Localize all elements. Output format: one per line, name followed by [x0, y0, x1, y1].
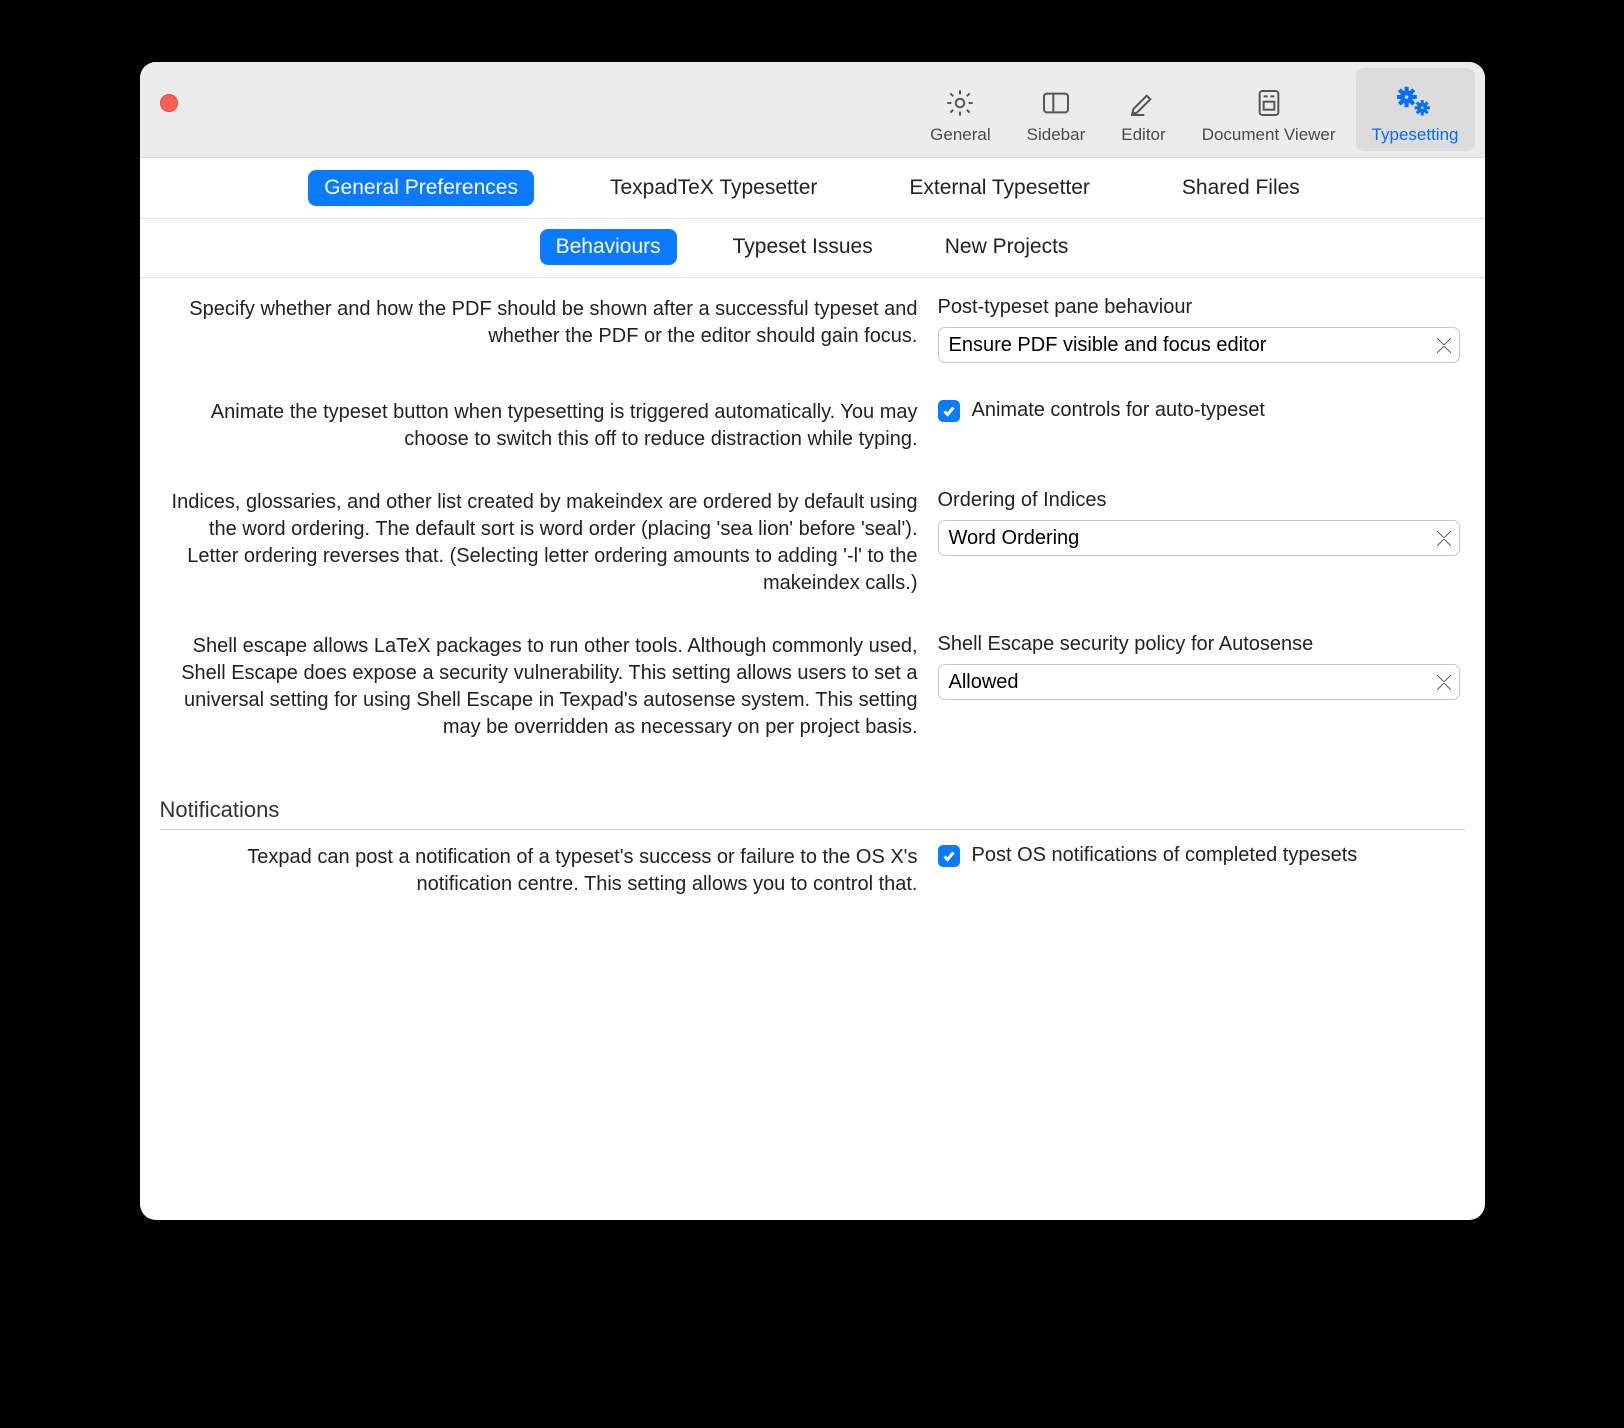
- select-value: Allowed: [949, 671, 1019, 694]
- titlebar: General Sidebar Editor: [140, 62, 1485, 158]
- row-notifications: Texpad can post a notification of a type…: [160, 844, 1465, 898]
- checkbox-notifications[interactable]: [938, 845, 960, 867]
- subtab-texpadtex-typesetter[interactable]: TexpadTeX Typesetter: [594, 170, 833, 206]
- tab-label: Typesetting: [1372, 125, 1459, 145]
- label-indices: Ordering of Indices: [938, 489, 1107, 512]
- document-icon: [1251, 85, 1287, 121]
- window-controls: [160, 94, 178, 112]
- select-post-typeset[interactable]: Ensure PDF visible and focus editor: [938, 327, 1460, 363]
- gears-icon: [1397, 85, 1433, 121]
- row-post-typeset: Specify whether and how the PDF should b…: [160, 296, 1465, 363]
- tab-general[interactable]: General: [914, 68, 1006, 151]
- subtab-external-typesetter[interactable]: External Typesetter: [893, 170, 1106, 206]
- toolbar-tabs: General Sidebar Editor: [912, 62, 1484, 157]
- select-shell-escape[interactable]: Allowed: [938, 664, 1460, 700]
- preferences-window: General Sidebar Editor: [140, 62, 1485, 1220]
- desc-indices: Indices, glossaries, and other list crea…: [160, 489, 918, 597]
- checkbox-animate[interactable]: [938, 400, 960, 422]
- desc-shell-escape: Shell escape allows LaTeX packages to ru…: [160, 633, 918, 741]
- tab-typesetting[interactable]: Typesetting: [1356, 68, 1475, 151]
- label-animate: Animate controls for auto-typeset: [972, 399, 1265, 422]
- tab-editor[interactable]: Editor: [1105, 68, 1181, 151]
- desc-post-typeset: Specify whether and how the PDF should b…: [160, 296, 918, 363]
- tab-label: Sidebar: [1027, 125, 1086, 145]
- tab-label: Editor: [1121, 125, 1165, 145]
- gear-icon: [942, 85, 978, 121]
- pencil-icon: [1125, 85, 1161, 121]
- tab-label: Document Viewer: [1202, 125, 1336, 145]
- tab-document-viewer[interactable]: Document Viewer: [1186, 68, 1352, 151]
- desc-animate: Animate the typeset button when typesett…: [160, 399, 918, 453]
- subtabs-row-1: General Preferences TexpadTeX Typesetter…: [140, 158, 1485, 219]
- content-area: Specify whether and how the PDF should b…: [140, 278, 1485, 1220]
- subtab-behaviours[interactable]: Behaviours: [540, 229, 677, 265]
- row-indices: Indices, glossaries, and other list crea…: [160, 489, 1465, 597]
- tab-label: General: [930, 125, 990, 145]
- close-window-button[interactable]: [160, 94, 178, 112]
- select-value: Ensure PDF visible and focus editor: [949, 334, 1267, 357]
- label-shell-escape: Shell Escape security policy for Autosen…: [938, 633, 1314, 656]
- subtab-typeset-issues[interactable]: Typeset Issues: [717, 229, 889, 265]
- subtab-shared-files[interactable]: Shared Files: [1166, 170, 1316, 206]
- select-indices[interactable]: Word Ordering: [938, 520, 1460, 556]
- subtabs-row-2: Behaviours Typeset Issues New Projects: [140, 219, 1485, 278]
- label-notifications: Post OS notifications of completed types…: [972, 844, 1358, 867]
- subtab-new-projects[interactable]: New Projects: [929, 229, 1085, 265]
- section-header-notifications: Notifications: [160, 777, 1465, 830]
- desc-notifications: Texpad can post a notification of a type…: [160, 844, 918, 898]
- row-shell-escape: Shell escape allows LaTeX packages to ru…: [160, 633, 1465, 741]
- subtab-general-preferences[interactable]: General Preferences: [308, 170, 534, 206]
- row-animate: Animate the typeset button when typesett…: [160, 399, 1465, 453]
- tab-sidebar[interactable]: Sidebar: [1011, 68, 1102, 151]
- sidebar-icon: [1038, 85, 1074, 121]
- select-value: Word Ordering: [949, 527, 1080, 550]
- label-post-typeset: Post-typeset pane behaviour: [938, 296, 1193, 319]
